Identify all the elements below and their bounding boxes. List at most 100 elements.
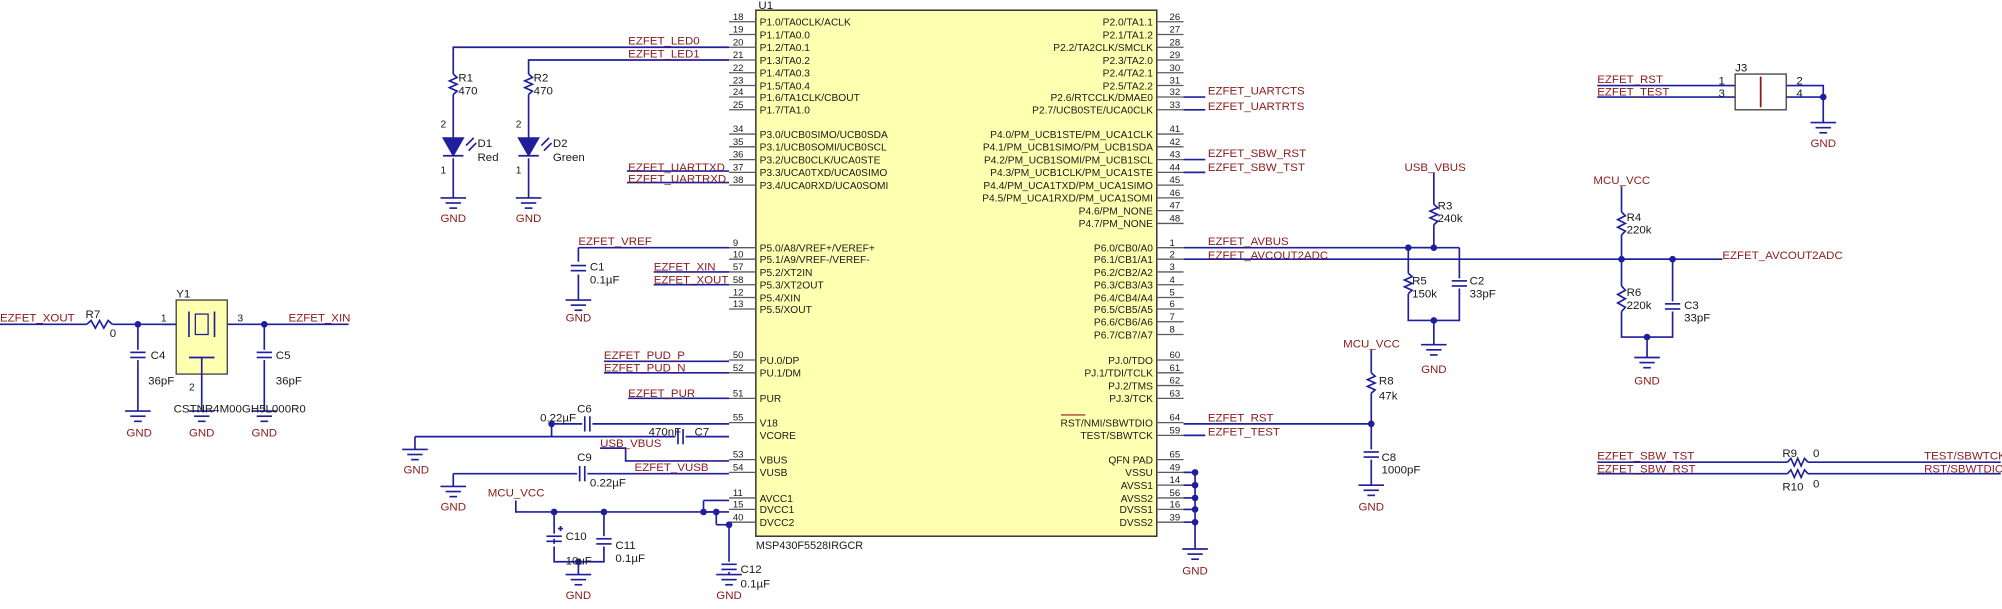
net-label-pud-n: EZFET_PUD_N <box>604 363 686 375</box>
c10-value: 10uF <box>566 555 592 567</box>
ic-pin-number: 6 <box>1170 299 1175 310</box>
gnd-label-c8: GND <box>1359 502 1385 514</box>
gnd-label-j3: GND <box>1810 138 1836 150</box>
ic-pin-name: P1.6/TA1CLK/CBOUT <box>760 93 860 104</box>
ic-pin-name: P6.3/CB3/A3 <box>1094 281 1153 292</box>
r6-value: 220k <box>1627 300 1652 312</box>
ic-pin-name: P5.2/XT2IN <box>760 268 813 279</box>
net-label-sbw-rst: EZFET_SBW_RST <box>1208 148 1306 160</box>
j3-pin1: 1 <box>1719 75 1725 87</box>
gnd-label-r6: GND <box>1634 375 1660 387</box>
ic-pin-name: P1.0/TA0CLK/ACLK <box>760 18 851 29</box>
ground-symbol <box>1358 484 1385 497</box>
ic-pin-name: P2.0/TA1.1 <box>1103 18 1154 29</box>
ic-pin-name: P2.4/TA2.1 <box>1103 69 1154 80</box>
ic-pin-number: 3 <box>1170 262 1175 273</box>
ic-pin-number: 13 <box>733 299 744 310</box>
r2-value: 470 <box>534 85 553 97</box>
ic-pin-number: 36 <box>733 150 744 161</box>
ic-pin-name: PJ.2/TMS <box>1108 381 1153 392</box>
ic-pin-number: 42 <box>1170 137 1181 148</box>
ic-pin-name: P6.0/CB0/A0 <box>1094 244 1153 255</box>
net-label-uarttxd: EZFET_UARTTXD <box>628 162 725 174</box>
c7-value: 470nF <box>649 426 682 438</box>
ic-pin-number: 19 <box>733 25 744 36</box>
ic-pin-number: 23 <box>733 76 744 87</box>
junction-dot <box>1191 469 1199 476</box>
net-label-sbw-rst-right: EZFET_SBW_RST <box>1597 463 1695 475</box>
gnd-label-c4: GND <box>126 428 152 440</box>
net-label-test: EZFET_TEST <box>1208 426 1280 438</box>
ic-pin-name: P6.7/CB7/A7 <box>1094 330 1153 341</box>
r1-ref: R1 <box>458 73 473 85</box>
junction-dot <box>134 320 142 328</box>
ic-pin-number: 39 <box>1170 512 1181 523</box>
ic-pin-number: 35 <box>733 137 744 148</box>
ic-pin-number: 21 <box>733 50 744 61</box>
ground-symbol <box>1182 548 1208 561</box>
ic-pin-number: 62 <box>1170 376 1181 387</box>
r6-symbol <box>1615 285 1628 313</box>
net-label-rst-sbwtdio: RST/SBWTDIO <box>1924 463 2002 475</box>
ic-pin-number: 54 <box>733 462 744 473</box>
junction-dot <box>550 508 558 516</box>
d1-value: Red <box>478 152 499 164</box>
ic-pin-name: P4.3/PM_UCB1CLK/PM_UCA1STE <box>990 168 1153 179</box>
net-label-vref: EZFET_VREF <box>578 236 651 248</box>
j3-ref: J3 <box>1735 62 1747 74</box>
junction-dot <box>260 320 268 328</box>
r3-symbol <box>1427 203 1440 226</box>
net-label-sbw-tst: EZFET_SBW_TST <box>1208 162 1305 174</box>
ic-pin-name: P5.5/XOUT <box>760 305 812 316</box>
junction-dot <box>1191 481 1199 489</box>
net-label-uartrxd: EZFET_UARTRXD <box>628 174 726 186</box>
ic-pin-number: 8 <box>1170 325 1175 336</box>
ic-pin-name: PJ.3/TCK <box>1109 394 1153 405</box>
ic-pin-name: P2.2/TA2CLK/SMCLK <box>1053 43 1153 54</box>
gnd-label-c1: GND <box>566 313 592 325</box>
r7-ref: R7 <box>86 309 101 321</box>
d2-symbol-ray-b <box>543 142 553 152</box>
net-label-test-sbwtck: TEST/SBWTCK <box>1924 451 2002 463</box>
r3-ref: R3 <box>1438 200 1453 212</box>
ic-pin-name: DVSS1 <box>1119 505 1153 516</box>
ic-pin-name: P1.5/TA0.4 <box>760 81 811 92</box>
gnd-label-c9: GND <box>440 502 466 514</box>
ic-pin-name: P4.1/PM_UCB1SIMO/PM_UCB1SDA <box>983 143 1153 154</box>
r4-symbol <box>1615 211 1628 236</box>
ic-pin-number: 65 <box>1170 450 1181 461</box>
c1-ref: C1 <box>590 262 605 274</box>
ic-pin-name: P2.7/UCB0STE/UCA0CLK <box>1032 106 1153 117</box>
r2-symbol <box>522 73 535 96</box>
d2-ref: D2 <box>553 138 568 150</box>
gnd-label-y1: GND <box>189 428 215 440</box>
r3-value: 240k <box>1438 213 1463 225</box>
d1-ref: D1 <box>478 138 493 150</box>
ground-symbol <box>565 573 592 586</box>
ic-pin-name: PU.0/DP <box>760 356 800 367</box>
ic-pin-number: 63 <box>1170 388 1181 399</box>
ic-pin-number: 40 <box>733 512 744 523</box>
ic-pin-name: P5.4/XIN <box>760 293 801 304</box>
ic-pin-number: 51 <box>733 388 744 399</box>
ic-pin-number: 18 <box>733 12 744 23</box>
c9-ref: C9 <box>577 452 592 464</box>
ic-pin-name: P6.1/CB1/A1 <box>1094 255 1153 266</box>
d2-value: Green <box>553 152 585 164</box>
ic-pin-number: 52 <box>733 363 744 374</box>
junction-dot <box>1404 244 1412 252</box>
j3-pin4: 4 <box>1796 88 1803 100</box>
ic-pin-name: P3.1/UCB0SOMI/UCB0SCL <box>760 143 887 154</box>
c11-ref: C11 <box>615 540 635 552</box>
ic-pin-number: 38 <box>733 175 744 186</box>
ic-pin-number: 16 <box>1170 500 1181 511</box>
ic-pin-name: P6.5/CB5/A5 <box>1094 305 1153 316</box>
ic-pin-name: V18 <box>760 418 778 429</box>
net-label-led1: EZFET_LED1 <box>628 48 699 60</box>
net-label-xout: EZFET_XOUT <box>0 313 75 325</box>
ic-pin-number: 14 <box>1170 475 1181 486</box>
ic-pin-number: 2 <box>1170 249 1175 260</box>
net-label-led0: EZFET_LED0 <box>628 36 699 48</box>
ic-pin-number: 28 <box>1170 37 1181 48</box>
ic-pin-number: 5 <box>1170 288 1175 299</box>
